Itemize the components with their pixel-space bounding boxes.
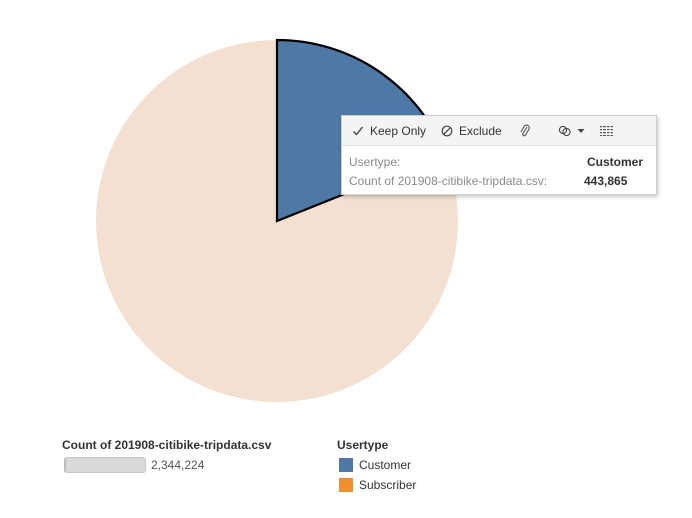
paperclip-icon <box>518 124 532 138</box>
tooltip-count-row: Count of 201908-citibike-tripdata.csv: 4… <box>349 173 643 189</box>
size-legend-row: 2,344,224 <box>62 457 262 473</box>
sets-icon <box>558 124 572 138</box>
keep-only-label: Keep Only <box>370 123 427 138</box>
tooltip: Keep Only Exclude Usertype: Customer Cou… <box>341 115 657 195</box>
keep-only-button[interactable]: Keep Only <box>351 116 426 145</box>
create-set-dropdown[interactable] <box>558 116 585 145</box>
color-legend-title: Usertype <box>337 438 389 452</box>
size-legend-title: Count of 201908-citibike-tripdata.csv <box>62 438 272 452</box>
legend-item-customer[interactable]: Customer <box>339 458 411 472</box>
view-data-button[interactable] <box>599 116 618 145</box>
count-measure-value: 443,865 <box>584 174 628 188</box>
color-legend: Usertype Customer Subscriber <box>337 438 416 492</box>
legend-swatch-customer <box>339 458 353 472</box>
group-members-button[interactable] <box>518 116 537 145</box>
size-legend: Count of 201908-citibike-tripdata.csv 2,… <box>62 438 272 473</box>
exclude-button[interactable]: Exclude <box>440 116 502 145</box>
usertype-field-label: Usertype: <box>349 155 401 169</box>
exclude-icon <box>440 124 454 138</box>
size-legend-bar <box>64 457 146 473</box>
tooltip-usertype-row: Usertype: Customer <box>349 154 643 170</box>
legend-label-customer: Customer <box>359 458 412 472</box>
usertype-field-value: Customer <box>586 155 643 169</box>
checkmark-icon <box>351 124 365 138</box>
exclude-label: Exclude <box>459 123 502 138</box>
caret-down-icon <box>577 124 585 138</box>
size-legend-value: 2,344,224 <box>151 458 205 472</box>
legend-item-subscriber[interactable]: Subscriber <box>339 478 416 492</box>
view-data-icon <box>599 124 613 138</box>
legend-swatch-subscriber <box>339 478 353 492</box>
count-measure-label: Count of 201908-citibike-tripdata.csv: <box>349 174 548 188</box>
tooltip-toolbar: Keep Only Exclude <box>342 116 656 146</box>
legend-label-subscriber: Subscriber <box>359 478 417 492</box>
